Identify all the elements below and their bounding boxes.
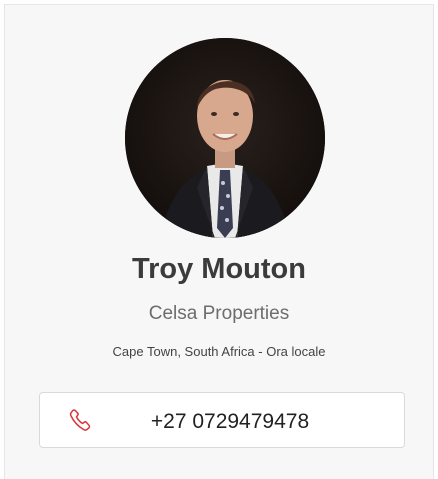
phone-number: +27 0729479478 [150,410,310,433]
agent-name: Troy Mouton [132,253,306,285]
agent-card: Troy Mouton Celsa Properties Cape Town, … [4,4,434,479]
call-phone-button[interactable]: +27 0729479478 [39,392,405,448]
agent-company: Celsa Properties [148,303,290,324]
agent-avatar [125,38,325,238]
agent-photo [125,38,325,238]
agent-location: Cape Town, South Africa - Ora locale [112,344,326,359]
